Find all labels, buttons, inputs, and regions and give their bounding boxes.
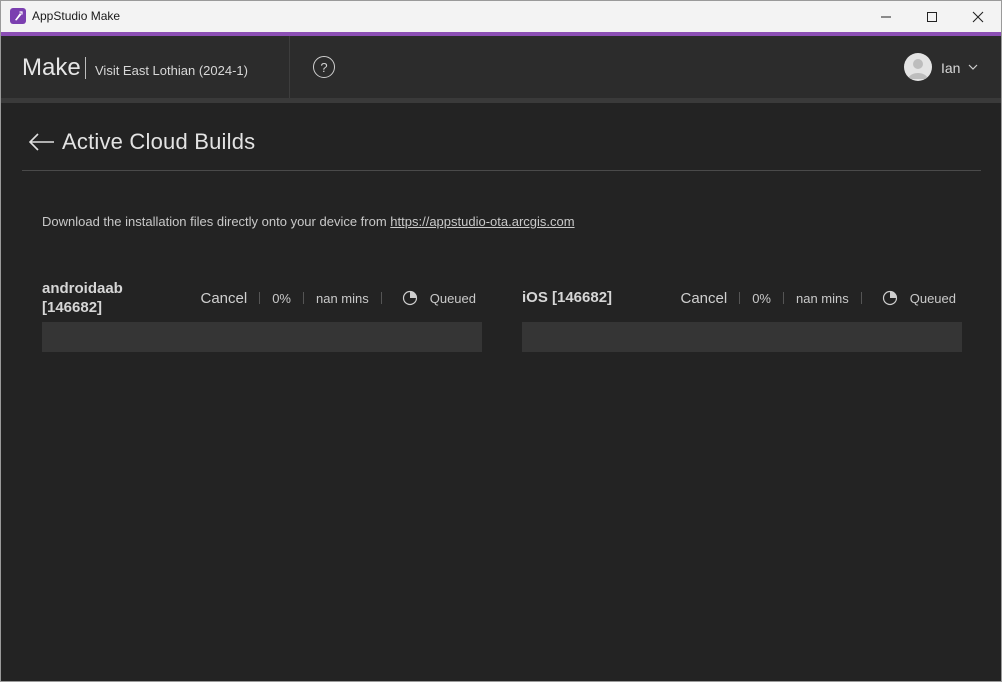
chevron-down-icon[interactable] bbox=[967, 61, 979, 73]
divider bbox=[782, 292, 784, 304]
queued-clock-icon bbox=[402, 290, 417, 306]
divider bbox=[739, 292, 741, 304]
back-arrow-icon[interactable] bbox=[28, 131, 56, 153]
minimize-button[interactable] bbox=[863, 1, 909, 32]
divider bbox=[302, 292, 304, 304]
divider bbox=[380, 292, 382, 304]
header-shadow bbox=[1, 98, 1001, 103]
cancel-button[interactable]: Cancel bbox=[680, 290, 727, 307]
project-name: Visit East Lothian (2024-1) bbox=[95, 63, 248, 78]
progress-bar bbox=[522, 322, 962, 352]
maximize-button[interactable] bbox=[909, 1, 955, 32]
app-window: AppStudio Make Make Visit East Lothian (… bbox=[0, 0, 1002, 682]
help-button[interactable]: ? bbox=[313, 56, 335, 78]
user-name[interactable]: Ian bbox=[941, 60, 960, 76]
queued-clock-icon bbox=[882, 290, 897, 306]
build-percent: 0% bbox=[752, 290, 771, 306]
ota-info: Download the installation files directly… bbox=[42, 214, 575, 229]
brand-title: Make bbox=[22, 54, 81, 81]
progress-bar bbox=[42, 322, 482, 352]
cancel-button[interactable]: Cancel bbox=[200, 290, 247, 307]
avatar[interactable] bbox=[904, 53, 932, 81]
build-name: androidaab [146682] bbox=[42, 279, 123, 317]
build-status: Queued bbox=[909, 290, 956, 306]
build-status-row: Cancel 0% nan mins Queued bbox=[680, 289, 956, 307]
build-eta: nan mins bbox=[315, 290, 369, 306]
build-status-row: Cancel 0% nan mins Queued bbox=[200, 289, 476, 307]
build-name-line: iOS [146682] bbox=[522, 289, 613, 306]
build-percent: 0% bbox=[272, 290, 291, 306]
build-card-ios: iOS [146682] Cancel 0% nan mins Queued bbox=[522, 279, 962, 353]
title-divider bbox=[22, 170, 981, 171]
help-icon: ? bbox=[320, 59, 328, 75]
app-icon bbox=[10, 8, 26, 24]
build-name-line: [146682] bbox=[42, 299, 103, 316]
build-card-android: androidaab [146682] Cancel 0% nan mins Q… bbox=[42, 279, 482, 353]
page-title: Active Cloud Builds bbox=[62, 129, 256, 154]
divider bbox=[860, 292, 862, 304]
window-title: AppStudio Make bbox=[32, 9, 121, 23]
ota-link[interactable]: https://appstudio-ota.arcgis.com bbox=[390, 214, 574, 229]
app-header: Make Visit East Lothian (2024-1) ? Ian bbox=[1, 36, 1001, 98]
close-button[interactable] bbox=[955, 1, 1001, 32]
brand-divider bbox=[85, 57, 86, 79]
divider bbox=[259, 292, 261, 304]
build-name-line: androidaab bbox=[42, 280, 123, 297]
close-icon bbox=[972, 11, 984, 22]
maximize-icon bbox=[927, 11, 937, 22]
ota-info-text: Download the installation files directly… bbox=[42, 214, 391, 229]
build-name: iOS [146682] bbox=[522, 288, 612, 307]
minimize-icon bbox=[881, 16, 891, 17]
build-eta: nan mins bbox=[795, 290, 849, 306]
build-status: Queued bbox=[429, 290, 476, 306]
avatar-icon bbox=[908, 59, 928, 79]
title-bar: AppStudio Make bbox=[1, 1, 1001, 32]
header-divider bbox=[289, 36, 290, 98]
